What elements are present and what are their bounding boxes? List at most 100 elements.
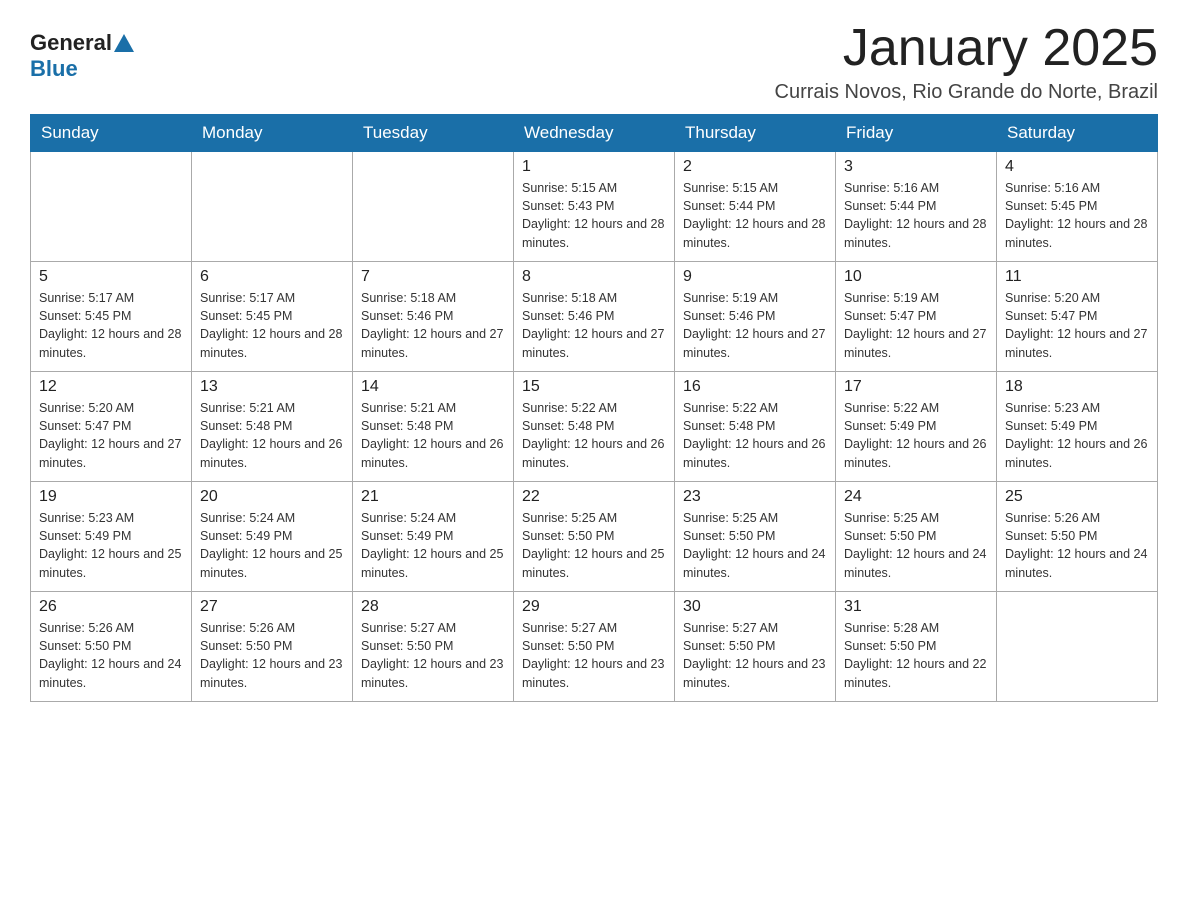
- calendar-cell: 4 Sunrise: 5:16 AMSunset: 5:45 PMDaylight…: [997, 152, 1158, 262]
- day-info: Sunrise: 5:27 AMSunset: 5:50 PMDaylight:…: [522, 619, 666, 692]
- day-number: 7: [361, 268, 505, 286]
- day-number: 3: [844, 158, 988, 176]
- title-block: January 2025 Currais Novos, Rio Grande d…: [775, 20, 1158, 104]
- day-number: 27: [200, 598, 344, 616]
- day-info: Sunrise: 5:21 AMSunset: 5:48 PMDaylight:…: [200, 399, 344, 472]
- calendar-cell: 29 Sunrise: 5:27 AMSunset: 5:50 PMDayligh…: [514, 592, 675, 702]
- calendar-table: SundayMondayTuesdayWednesdayThursdayFrid…: [30, 114, 1158, 702]
- col-header-saturday: Saturday: [997, 115, 1158, 152]
- calendar-cell: 20Sunrise: 5:24 AMSunset: 5:49 PMDayligh…: [192, 482, 353, 592]
- day-info: Sunrise: 5:18 AMSunset: 5:46 PMDaylight:…: [361, 289, 505, 362]
- day-number: 31: [844, 598, 988, 616]
- week-row-4: 19 Sunrise: 5:23 AMSunset: 5:49 PMDayligh…: [31, 482, 1158, 592]
- calendar-cell: 21Sunrise: 5:24 AMSunset: 5:49 PMDayligh…: [353, 482, 514, 592]
- day-info: Sunrise: 5:27 AMSunset: 5:50 PMDaylight:…: [361, 619, 505, 692]
- col-header-friday: Friday: [836, 115, 997, 152]
- day-number: 21: [361, 488, 505, 506]
- day-info: Sunrise: 5:15 AMSunset: 5:43 PMDaylight:…: [522, 179, 666, 252]
- day-number: 22: [522, 488, 666, 506]
- day-number: 5: [39, 268, 183, 286]
- calendar-cell: 25Sunrise: 5:26 AMSunset: 5:50 PMDayligh…: [997, 482, 1158, 592]
- calendar-cell: 3 Sunrise: 5:16 AMSunset: 5:44 PMDaylight…: [836, 152, 997, 262]
- day-info: Sunrise: 5:15 AMSunset: 5:44 PMDaylight:…: [683, 179, 827, 252]
- calendar-cell: 14 Sunrise: 5:21 AMSunset: 5:48 PMDayligh…: [353, 372, 514, 482]
- day-info: Sunrise: 5:23 AMSunset: 5:49 PMDaylight:…: [39, 509, 183, 582]
- week-row-2: 5 Sunrise: 5:17 AMSunset: 5:45 PMDaylight…: [31, 262, 1158, 372]
- day-number: 26: [39, 598, 183, 616]
- day-number: 18: [1005, 378, 1149, 396]
- day-number: 13: [200, 378, 344, 396]
- calendar-cell: 30 Sunrise: 5:27 AMSunset: 5:50 PMDayligh…: [675, 592, 836, 702]
- day-number: 20: [200, 488, 344, 506]
- calendar-cell: 18 Sunrise: 5:23 AMSunset: 5:49 PMDayligh…: [997, 372, 1158, 482]
- day-number: 24: [844, 488, 988, 506]
- calendar-cell: 11 Sunrise: 5:20 AMSunset: 5:47 PMDayligh…: [997, 262, 1158, 372]
- day-number: 12: [39, 378, 183, 396]
- logo: General Blue: [30, 20, 136, 82]
- day-info: Sunrise: 5:16 AMSunset: 5:44 PMDaylight:…: [844, 179, 988, 252]
- day-number: 29: [522, 598, 666, 616]
- day-number: 6: [200, 268, 344, 286]
- header-row: SundayMondayTuesdayWednesdayThursdayFrid…: [31, 115, 1158, 152]
- calendar-cell: 17Sunrise: 5:22 AMSunset: 5:49 PMDayligh…: [836, 372, 997, 482]
- calendar-cell: 9 Sunrise: 5:19 AMSunset: 5:46 PMDaylight…: [675, 262, 836, 372]
- day-number: 19: [39, 488, 183, 506]
- day-info: Sunrise: 5:28 AMSunset: 5:50 PMDaylight:…: [844, 619, 988, 692]
- calendar-cell: [997, 592, 1158, 702]
- day-info: Sunrise: 5:22 AMSunset: 5:48 PMDaylight:…: [522, 399, 666, 472]
- calendar-cell: 15 Sunrise: 5:22 AMSunset: 5:48 PMDayligh…: [514, 372, 675, 482]
- day-info: Sunrise: 5:20 AMSunset: 5:47 PMDaylight:…: [1005, 289, 1149, 362]
- calendar-cell: 22Sunrise: 5:25 AMSunset: 5:50 PMDayligh…: [514, 482, 675, 592]
- week-row-1: 1 Sunrise: 5:15 AMSunset: 5:43 PMDaylight…: [31, 152, 1158, 262]
- week-row-5: 26 Sunrise: 5:26 AMSunset: 5:50 PMDayligh…: [31, 592, 1158, 702]
- col-header-wednesday: Wednesday: [514, 115, 675, 152]
- day-info: Sunrise: 5:19 AMSunset: 5:47 PMDaylight:…: [844, 289, 988, 362]
- location-text: Currais Novos, Rio Grande do Norte, Braz…: [775, 81, 1158, 104]
- col-header-tuesday: Tuesday: [353, 115, 514, 152]
- day-info: Sunrise: 5:16 AMSunset: 5:45 PMDaylight:…: [1005, 179, 1149, 252]
- day-info: Sunrise: 5:17 AMSunset: 5:45 PMDaylight:…: [39, 289, 183, 362]
- calendar-cell: 13 Sunrise: 5:21 AMSunset: 5:48 PMDayligh…: [192, 372, 353, 482]
- col-header-thursday: Thursday: [675, 115, 836, 152]
- calendar-cell: 24 Sunrise: 5:25 AMSunset: 5:50 PMDayligh…: [836, 482, 997, 592]
- month-title: January 2025: [775, 20, 1158, 77]
- calendar-cell: 1 Sunrise: 5:15 AMSunset: 5:43 PMDaylight…: [514, 152, 675, 262]
- calendar-cell: 27Sunrise: 5:26 AMSunset: 5:50 PMDayligh…: [192, 592, 353, 702]
- day-info: Sunrise: 5:27 AMSunset: 5:50 PMDaylight:…: [683, 619, 827, 692]
- day-number: 11: [1005, 268, 1149, 286]
- day-info: Sunrise: 5:23 AMSunset: 5:49 PMDaylight:…: [1005, 399, 1149, 472]
- calendar-cell: 23 Sunrise: 5:25 AMSunset: 5:50 PMDayligh…: [675, 482, 836, 592]
- day-info: Sunrise: 5:20 AMSunset: 5:47 PMDaylight:…: [39, 399, 183, 472]
- calendar-cell: 8Sunrise: 5:18 AMSunset: 5:46 PMDaylight…: [514, 262, 675, 372]
- day-info: Sunrise: 5:25 AMSunset: 5:50 PMDaylight:…: [844, 509, 988, 582]
- day-info: Sunrise: 5:19 AMSunset: 5:46 PMDaylight:…: [683, 289, 827, 362]
- day-number: 17: [844, 378, 988, 396]
- day-info: Sunrise: 5:26 AMSunset: 5:50 PMDaylight:…: [39, 619, 183, 692]
- day-number: 2: [683, 158, 827, 176]
- day-info: Sunrise: 5:25 AMSunset: 5:50 PMDaylight:…: [683, 509, 827, 582]
- day-info: Sunrise: 5:17 AMSunset: 5:45 PMDaylight:…: [200, 289, 344, 362]
- day-number: 8: [522, 268, 666, 286]
- day-number: 4: [1005, 158, 1149, 176]
- day-number: 23: [683, 488, 827, 506]
- col-header-monday: Monday: [192, 115, 353, 152]
- day-number: 16: [683, 378, 827, 396]
- calendar-cell: [353, 152, 514, 262]
- week-row-3: 12 Sunrise: 5:20 AMSunset: 5:47 PMDayligh…: [31, 372, 1158, 482]
- day-number: 15: [522, 378, 666, 396]
- logo-general-text: General: [30, 30, 112, 56]
- day-number: 14: [361, 378, 505, 396]
- day-number: 1: [522, 158, 666, 176]
- day-number: 30: [683, 598, 827, 616]
- calendar-cell: 26 Sunrise: 5:26 AMSunset: 5:50 PMDayligh…: [31, 592, 192, 702]
- calendar-cell: 6 Sunrise: 5:17 AMSunset: 5:45 PMDaylight…: [192, 262, 353, 372]
- day-info: Sunrise: 5:22 AMSunset: 5:48 PMDaylight:…: [683, 399, 827, 472]
- calendar-cell: [192, 152, 353, 262]
- calendar-cell: 2 Sunrise: 5:15 AMSunset: 5:44 PMDaylight…: [675, 152, 836, 262]
- calendar-cell: 5 Sunrise: 5:17 AMSunset: 5:45 PMDaylight…: [31, 262, 192, 372]
- calendar-cell: 19 Sunrise: 5:23 AMSunset: 5:49 PMDayligh…: [31, 482, 192, 592]
- calendar-cell: 10Sunrise: 5:19 AMSunset: 5:47 PMDayligh…: [836, 262, 997, 372]
- logo-triangle-icon: [114, 34, 134, 52]
- day-info: Sunrise: 5:21 AMSunset: 5:48 PMDaylight:…: [361, 399, 505, 472]
- day-number: 9: [683, 268, 827, 286]
